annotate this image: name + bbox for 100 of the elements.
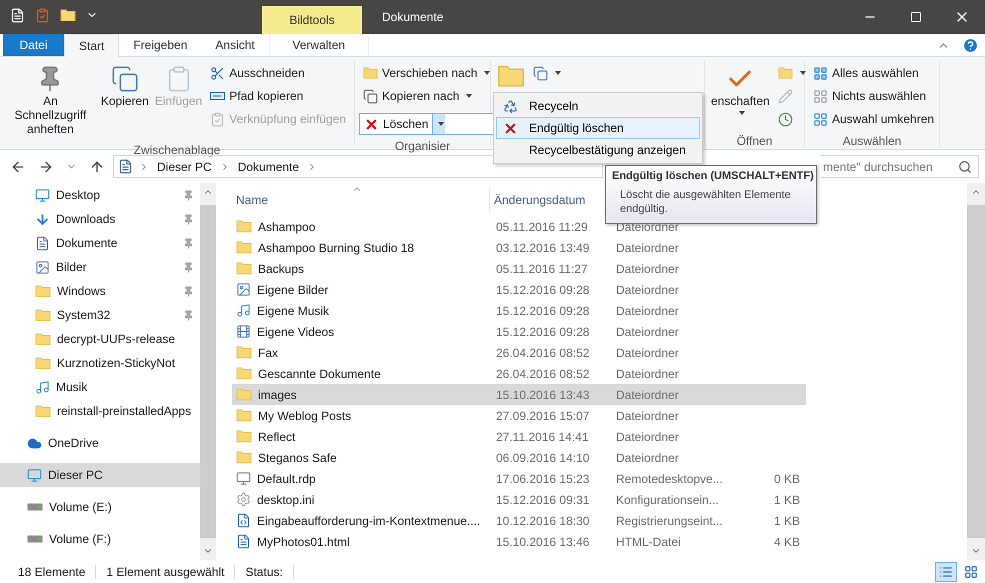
sidebar-item[interactable]: Desktop — [0, 183, 200, 207]
column-header[interactable]: Name — [232, 188, 490, 212]
sidebar-item[interactable]: OneDrive — [0, 431, 200, 455]
file-name: images — [258, 388, 297, 402]
sidebar-item[interactable]: Musik — [0, 375, 200, 399]
date-cell-text: 10.12.2016 18:30 — [495, 514, 590, 528]
date-cell-text: 06.09.2016 14:10 — [495, 450, 590, 464]
file-row[interactable]: Eigene Videos 15.12.2016 09:28 Dateiordner — [232, 321, 806, 342]
file-name: Eingabeaufforderung-im-Kontextmenue.... — [257, 514, 480, 528]
ribbon-tab[interactable]: Datei — [3, 34, 64, 56]
file-name: Fax — [258, 346, 278, 360]
ribbon-button[interactable]: Ausschneiden — [206, 62, 350, 84]
scrollbar[interactable] — [967, 183, 985, 560]
ribbon-tab[interactable]: Freigeben — [119, 34, 202, 56]
type-cell-text: Dateiordner — [615, 220, 680, 234]
sidebar-item[interactable]: Dieser PC — [0, 463, 200, 487]
file-row[interactable]: Eingabeaufforderung-im-Kontextmenue.... 10.12.2016 18:30 Registrierungseint... 1 KB — [232, 510, 806, 531]
sidebar-item[interactable]: Dokumente — [0, 231, 200, 255]
desktop-icon — [35, 188, 50, 202]
file-name: Ashampoo — [258, 220, 316, 234]
document-icon — [118, 159, 133, 174]
file-name: Eigene Videos — [257, 324, 334, 338]
file-row[interactable]: Ashampoo Burning Studio 18 03.12.2016 13:49 Dateiordner — [232, 237, 806, 258]
ribbon-tab[interactable]: Ansicht — [201, 34, 269, 56]
ribbon-button[interactable]: Alles auswählen — [809, 62, 938, 84]
sidebar-item[interactable]: System32 — [0, 303, 200, 327]
file-row[interactable]: Gescannte Dokumente 26.04.2016 08:52 Dateiordner — [232, 363, 806, 384]
folder-icon — [236, 220, 252, 233]
scrollbar[interactable] — [200, 183, 216, 560]
ribbon-button[interactable]: Verschieben nach — [359, 62, 494, 84]
type-cell-text: Dateiordner — [615, 366, 680, 380]
sidebar-item[interactable]: Bilder — [0, 255, 200, 279]
file-row[interactable]: images 15.10.2016 13:43 Dateiordner — [232, 384, 806, 405]
file-row[interactable]: My Weblog Posts 27.09.2016 15:07 Dateiordner — [232, 405, 806, 426]
file-row[interactable]: desktop.ini 15.12.2016 09:31 Konfigurationsein... 1 KB — [232, 489, 806, 510]
ribbon-button[interactable]: An Schnellzugriff anheften — [4, 62, 97, 140]
date-cell-text: 15.12.2016 09:31 — [495, 492, 590, 506]
menu-item[interactable]: Recyceln — [496, 95, 700, 117]
type-cell-text: Dateiordner — [615, 408, 680, 422]
ribbon-button[interactable]: Kopieren — [98, 62, 151, 112]
file-name: Ashampoo Burning Studio 18 — [258, 240, 414, 254]
music-note-icon — [236, 303, 251, 318]
date-cell-text: 17.06.2016 15:23 — [495, 472, 590, 486]
drive-icon — [27, 503, 43, 511]
date-cell-text: 15.10.2016 13:43 — [495, 388, 590, 402]
size-cell-text: 1 KB — [772, 492, 801, 506]
pencil-icon — [778, 88, 793, 104]
type-cell-text: Dateiordner — [615, 346, 680, 360]
tooltip-text: Löscht die ausgewählten Elemente endgültig. — [619, 188, 792, 217]
document-icon[interactable] — [10, 8, 25, 22]
date-cell-text: 26.04.2016 08:52 — [495, 366, 590, 380]
date-cell-text: 05.11.2016 11:29 — [495, 220, 589, 234]
file-name: Backups — [258, 262, 304, 276]
clipboard-icon — [210, 112, 226, 126]
breadcrumb[interactable]: Dokumente — [236, 160, 302, 174]
file-row[interactable]: Eigene Bilder 15.12.2016 09:28 Dateiordner — [232, 279, 806, 300]
sidebar-item[interactable]: decrypt-UUPs-release — [0, 327, 200, 351]
file-row[interactable]: Steganos Safe 06.09.2016 14:10 Dateiordner — [232, 447, 806, 468]
sidebar-item[interactable]: Kurznotizen-StickyNot — [0, 351, 200, 375]
sidebar-item[interactable]: Windows — [0, 279, 200, 303]
search-field[interactable]: mente" durchsuchen — [821, 155, 979, 178]
file-row[interactable]: Eigene Musik 15.12.2016 09:28 Dateiordner — [232, 300, 806, 321]
file-row[interactable]: Ashampoo 05.11.2016 11:29 Dateiordner — [232, 216, 806, 237]
ribbon-tab[interactable]: Verwalten — [268, 34, 369, 56]
breadcrumb[interactable]: Dieser PC — [155, 160, 214, 174]
file-row[interactable]: Fax 26.04.2016 08:52 Dateiordner — [232, 342, 806, 363]
ribbon-button[interactable]: enschaften — [709, 62, 772, 118]
grid-icon — [964, 564, 978, 578]
clock-icon — [778, 112, 793, 126]
file-name: Eigene Bilder — [257, 282, 328, 296]
ribbon-button[interactable]: Auswahl umkehren — [809, 108, 938, 130]
folder-icon — [35, 308, 51, 322]
ribbon-button[interactable]: Pfad kopieren — [206, 85, 350, 107]
menu-item[interactable]: Endgültig löschen — [496, 117, 700, 139]
checklist-icon[interactable] — [35, 8, 50, 22]
sidebar-item[interactable]: Volume (F:) — [0, 527, 200, 551]
sidebar-item[interactable]: Downloads — [0, 207, 200, 231]
file-row[interactable]: Default.rdp 17.06.2016 15:23 Remotedesktopve... 0 KB — [232, 468, 806, 489]
picture-icon — [35, 260, 50, 274]
folder-icon — [497, 65, 525, 88]
sidebar-item[interactable]: reinstall-preinstalledApps — [0, 399, 200, 423]
address-bar[interactable]: Dieser PC Dokumente — [113, 155, 603, 178]
type-cell-text: Dateiordner — [615, 282, 680, 296]
forward-arrow-icon — [38, 158, 54, 174]
status-text: 18 Elemente — [18, 564, 96, 578]
details-view-button[interactable] — [935, 562, 957, 582]
date-cell-text: 15.12.2016 09:28 — [495, 282, 590, 296]
sidebar-item[interactable]: Volume (E:) — [0, 495, 200, 519]
file-row[interactable]: MyPhotos01.html 15.10.2016 13:46 HTML-Datei 4 KB — [232, 531, 806, 552]
type-cell-text: HTML-Datei — [615, 534, 682, 548]
dropdown-arrow-button[interactable] — [432, 114, 446, 134]
file-row[interactable]: Backups 05.11.2016 11:27 Dateiordner — [232, 258, 806, 279]
ribbon-button[interactable]: Nichts auswählen — [809, 85, 938, 107]
maximize-icon — [910, 11, 922, 23]
column-header[interactable]: Änderungsdatum — [490, 188, 610, 212]
x-icon — [364, 116, 379, 132]
ribbon-tab[interactable]: Start — [64, 34, 120, 57]
date-cell-text: 27.09.2016 15:07 — [495, 408, 590, 422]
file-name: desktop.ini — [257, 492, 314, 506]
file-row[interactable]: Reflect 27.11.2016 14:41 Dateiordner — [232, 426, 806, 447]
